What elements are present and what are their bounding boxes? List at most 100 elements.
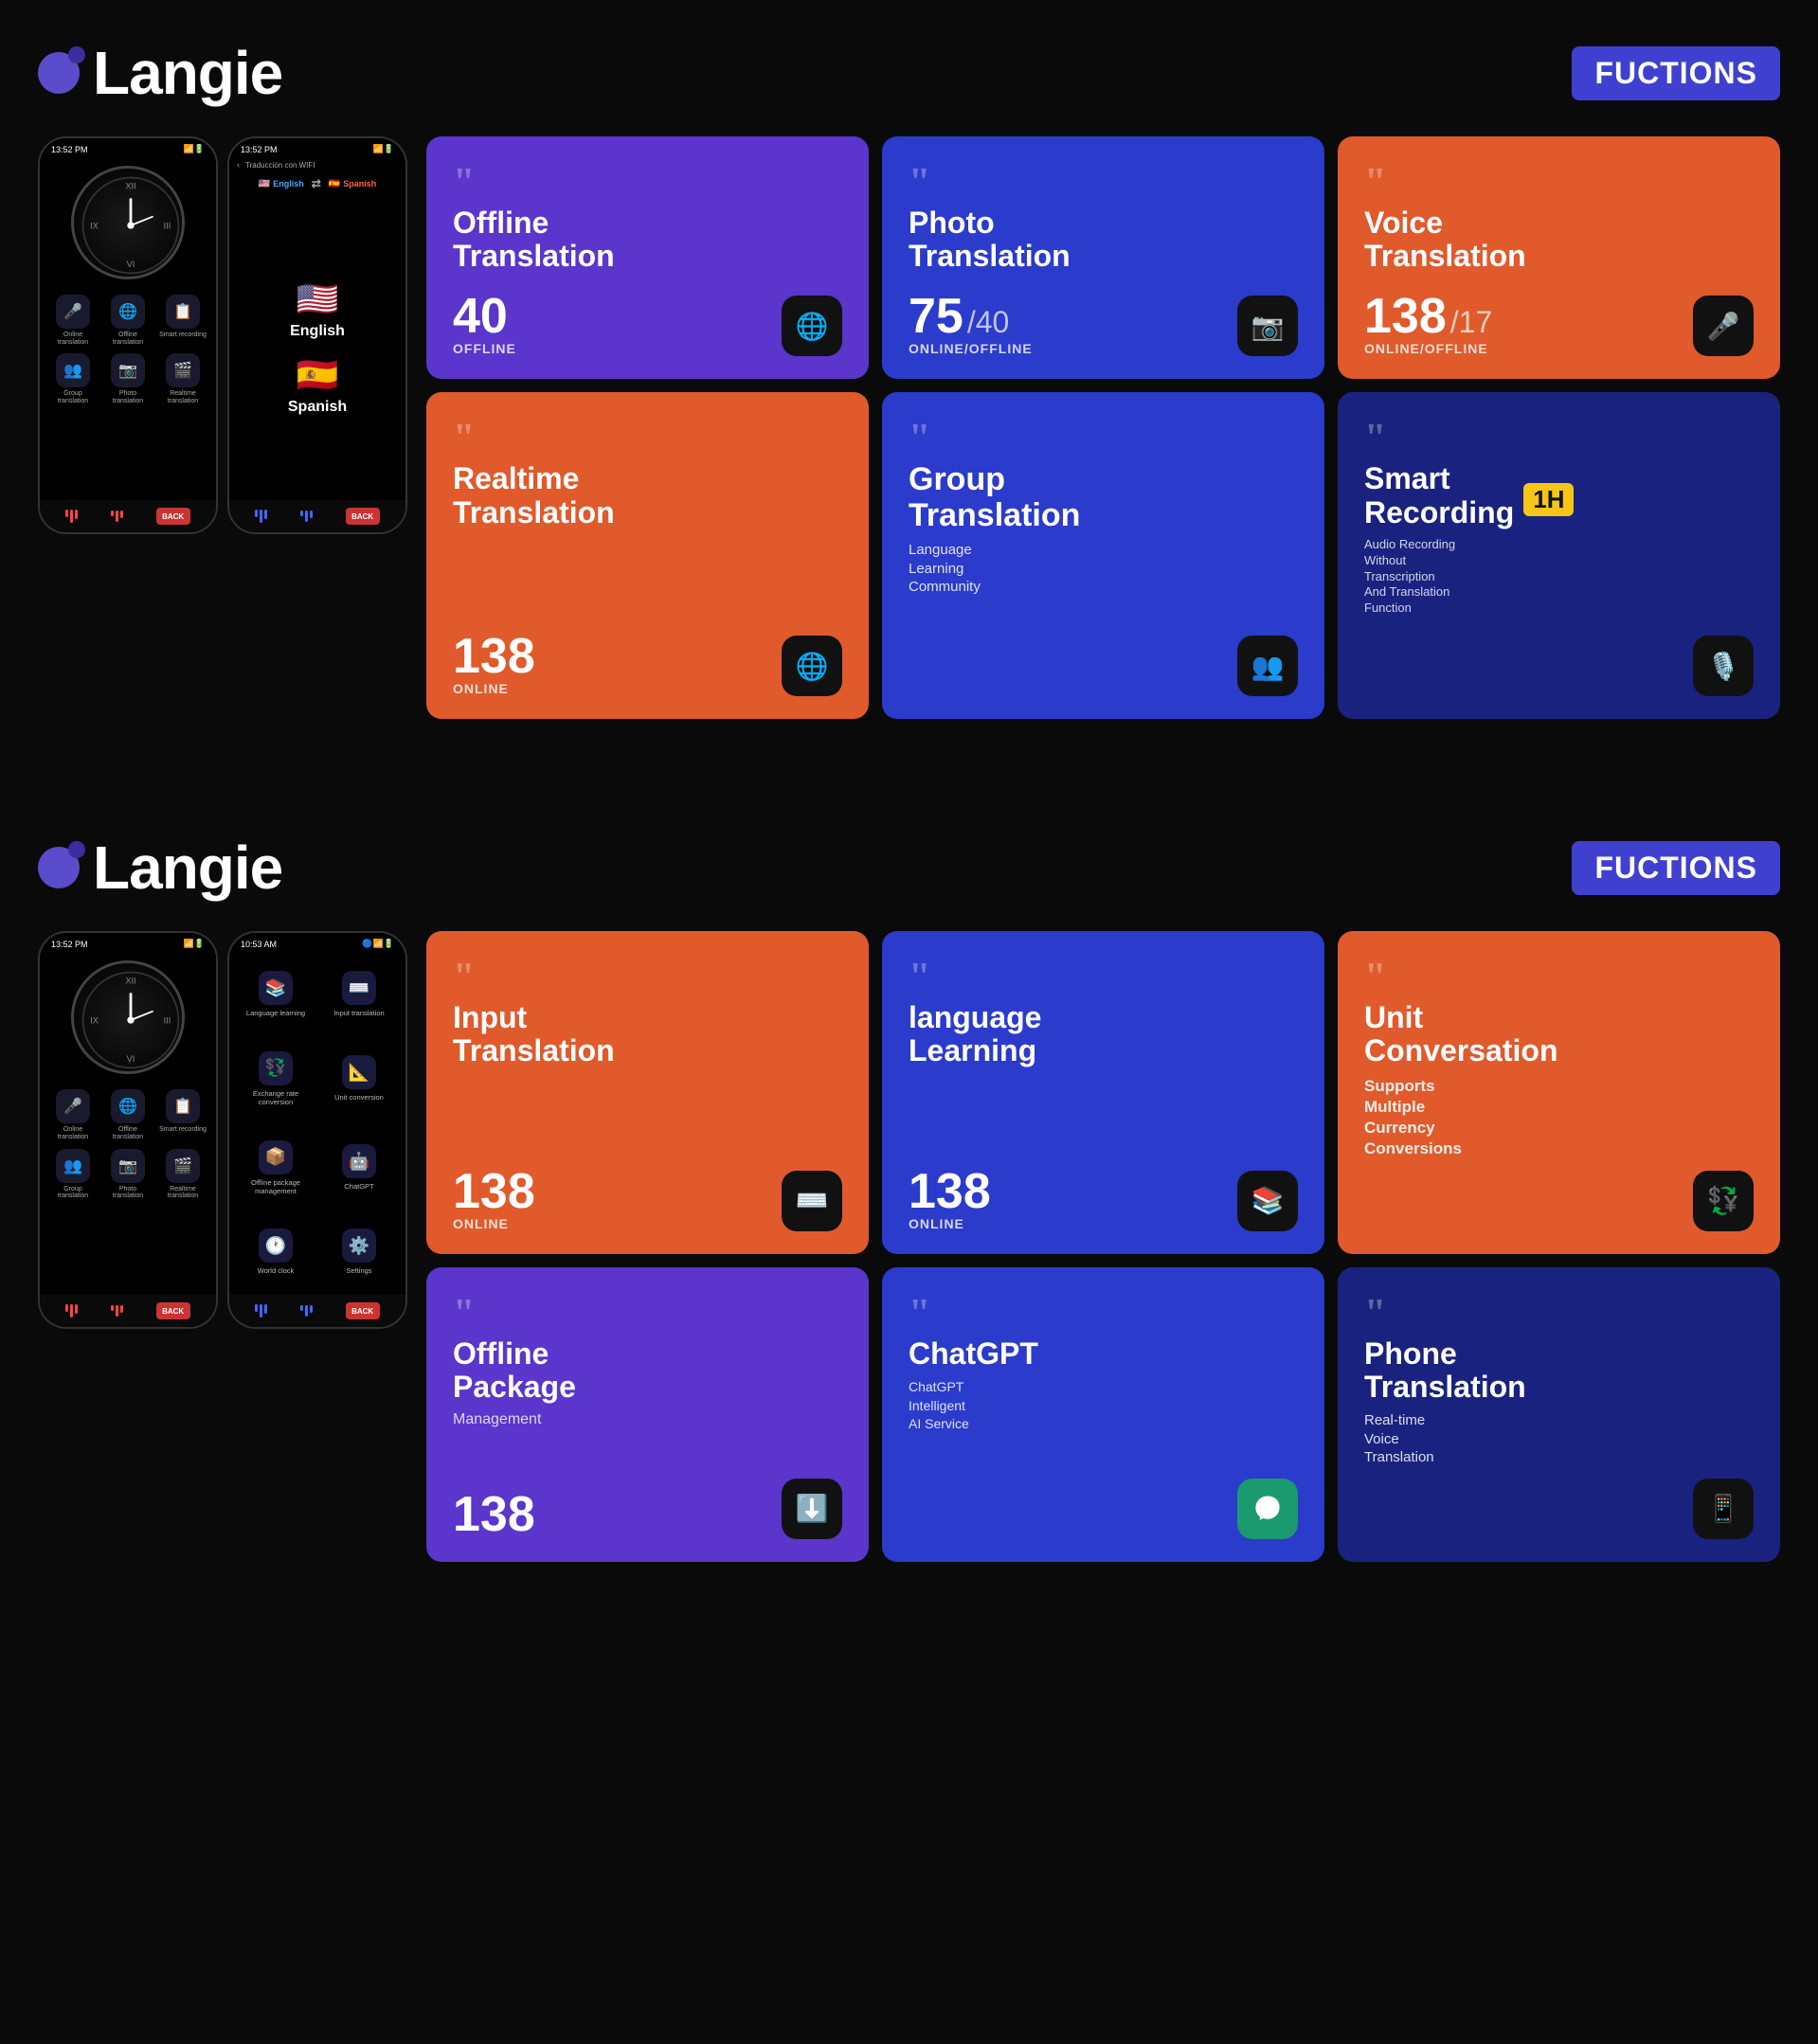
lang-learning-count: 138 (909, 1167, 991, 1216)
menu-input-translation[interactable]: ⌨️ Input translation (320, 957, 398, 1031)
unit-desc: SupportsMultipleCurrencyConversions (1364, 1076, 1754, 1159)
card-bottom: 40 OFFLINE 🌐 (453, 292, 842, 356)
cards-grid-2: " InputTranslation 138 ONLINE ⌨️ " langu… (426, 931, 1780, 1562)
realtime-translation-label: Realtime translation (159, 390, 207, 404)
photo-status: ONLINE/OFFLINE (909, 341, 1033, 356)
globe-card-icon: 🌐 (782, 296, 842, 356)
card-bottom-s2-4: 138 ⬇️ (453, 1479, 842, 1539)
icon-smart-rec-3[interactable]: 📋 Smart recording (159, 1089, 207, 1140)
phone-2-signal: 📶🔋 (373, 144, 394, 154)
icon-online-translation[interactable]: 🎤 Online translation (49, 295, 97, 346)
icon-photo-translation[interactable]: 📷 Photo translation (104, 353, 152, 404)
online-label-3: Online translation (49, 1126, 97, 1140)
card-bottom-s2-5 (909, 1479, 1298, 1539)
menu-language-learning[interactable]: 📚 Language learning (237, 957, 315, 1031)
icon-group-trans-3[interactable]: 👥 Group translation (49, 1149, 97, 1200)
swap-icon[interactable]: ⇄ (312, 177, 321, 190)
menu-offline-pkg[interactable]: 📦 Offline package management (237, 1126, 315, 1210)
card-phone-translation: " PhoneTranslation Real-timeVoiceTransla… (1338, 1267, 1780, 1562)
menu-exchange-label: Exchange rate conversion (243, 1089, 309, 1106)
svg-text:III: III (164, 1016, 171, 1026)
chatgpt-card-icon (1237, 1479, 1298, 1539)
icon-photo-trans-3[interactable]: 📷 Photo translation (104, 1149, 152, 1200)
voice-slash: /17 (1450, 305, 1492, 340)
offline-package-title: OfflinePackage (453, 1337, 842, 1404)
from-lang-label: English (273, 179, 304, 188)
logo-text-1: Langie (93, 38, 282, 108)
icon-realtime-trans-3[interactable]: 🎬 Realtime translation (159, 1149, 207, 1200)
menu-unit-conversion[interactable]: 📐 Unit conversion (320, 1037, 398, 1121)
watch-face-3: XII III VI IX (71, 960, 185, 1074)
watch-face-1: XII III VI IX (71, 166, 185, 279)
header-1: Langie FUCTIONS (38, 38, 1780, 108)
mic-smart-icon: 🎙️ (1693, 636, 1754, 696)
svg-text:III: III (164, 222, 171, 231)
input-count: 138 (453, 1167, 535, 1216)
logo-dot-1 (38, 52, 80, 94)
menu-chatgpt[interactable]: 🤖 ChatGPT (320, 1126, 398, 1210)
back-button-3[interactable]: BACK (156, 1302, 190, 1319)
phone-trans-desc: Real-timeVoiceTranslation (1364, 1411, 1754, 1467)
menu-exchange-rate[interactable]: 💱 Exchange rate conversion (237, 1037, 315, 1121)
menu-world-clock[interactable]: 🕐 World clock (237, 1214, 315, 1289)
menu-pkg-label: Offline package management (243, 1178, 309, 1195)
from-flag: 🇺🇸 (259, 179, 270, 189)
phone-3-status: 13:52 PM 📶🔋 (40, 933, 216, 951)
back-button-4[interactable]: BACK (346, 1302, 380, 1319)
phone-3-bottom: BACK (40, 1295, 216, 1327)
icon-offline-trans-3[interactable]: 🌐 Offline translation (104, 1089, 152, 1140)
from-lang-display: 🇺🇸 English (290, 279, 345, 340)
phone-1-time: 13:52 PM (51, 145, 88, 154)
card-unit-conversation: " UnitConversation SupportsMultipleCurre… (1338, 931, 1780, 1254)
menu-exchange-icon: 💱 (259, 1051, 293, 1085)
offline-label-3: Offline translation (104, 1126, 152, 1140)
card-quote-s2-3: " (1364, 958, 1754, 997)
smart-recording-label: Smart recording (159, 332, 207, 339)
realtime-label-3: Realtime translation (159, 1186, 207, 1200)
phone-2-top: ‹ Traducción con WIFI (229, 156, 405, 173)
menu-clock-label: World clock (258, 1266, 295, 1275)
menu-lang-icon: 📚 (259, 971, 293, 1005)
mic-card-icon: 🎤 (1693, 296, 1754, 356)
icon-online-trans-3[interactable]: 🎤 Online translation (49, 1089, 97, 1140)
phone-4-screen: 10:53 AM 🔵📶🔋 📚 Language learning ⌨️ Inpu… (229, 933, 405, 1327)
icon-offline-translation[interactable]: 🌐 Offline translation (104, 295, 152, 346)
camera-icon: 📷 (111, 353, 145, 387)
phones-area-2: 13:52 PM 📶🔋 XII III VI IX (38, 931, 407, 1329)
from-lang: 🇺🇸 English (259, 179, 304, 189)
functions-badge-2: FUCTIONS (1572, 841, 1780, 895)
offline-translation-label: Offline translation (104, 332, 152, 346)
menu-input-icon: ⌨️ (342, 971, 376, 1005)
phone-1-screen: 13:52 PM 📶🔋 XII III (40, 138, 216, 532)
chatgpt-desc: ChatGPTIntelligentAI Service (909, 1378, 1298, 1434)
unit-card-icon: 💱 (1693, 1171, 1754, 1231)
language-row: 🇺🇸 English ⇄ 🇪🇸 Spanish (229, 173, 405, 194)
language-learning-title: languageLearning (909, 1001, 1298, 1067)
card-quote-s2-6: " (1364, 1294, 1754, 1334)
back-button-1[interactable]: BACK (156, 508, 190, 525)
svg-text:VI: VI (127, 260, 135, 269)
voice-translation-title: VoiceTranslation (1364, 206, 1754, 273)
smart-rec-label-3: Smart recording (159, 1126, 207, 1134)
card-quote-s2-5: " (909, 1294, 1298, 1334)
to-lang-name: Spanish (288, 399, 347, 416)
icon-smart-recording[interactable]: 📋 Smart recording (159, 295, 207, 346)
back-button-2[interactable]: BACK (346, 508, 380, 525)
photo-translation-title: PhotoTranslation (909, 206, 1298, 273)
icon-group-translation[interactable]: 👥 Group translation (49, 353, 97, 404)
card-quote-4: " (453, 419, 842, 458)
chatgpt-logo-svg (1251, 1492, 1285, 1526)
card-language-learning: " languageLearning 138 ONLINE 📚 (882, 931, 1324, 1254)
phone-2-time: 13:52 PM (241, 145, 278, 154)
logo-2: Langie (38, 833, 282, 903)
mic-icon: 🎤 (56, 295, 90, 329)
card-offline-translation: " OfflineTranslation 40 OFFLINE 🌐 (426, 136, 869, 379)
back-arrow[interactable]: ‹ (237, 160, 240, 170)
to-lang: 🇪🇸 Spanish (329, 179, 376, 189)
phone-4-status: 10:53 AM 🔵📶🔋 (229, 933, 405, 951)
card-smart-recording: " SmartRecording 1H Audio RecordingWitho… (1338, 392, 1780, 719)
voice-status: ONLINE/OFFLINE (1364, 341, 1492, 356)
menu-settings[interactable]: ⚙️ Settings (320, 1214, 398, 1289)
icon-realtime-translation[interactable]: 🎬 Realtime translation (159, 353, 207, 404)
cards-grid-1: " OfflineTranslation 40 OFFLINE 🌐 " Phot… (426, 136, 1780, 719)
